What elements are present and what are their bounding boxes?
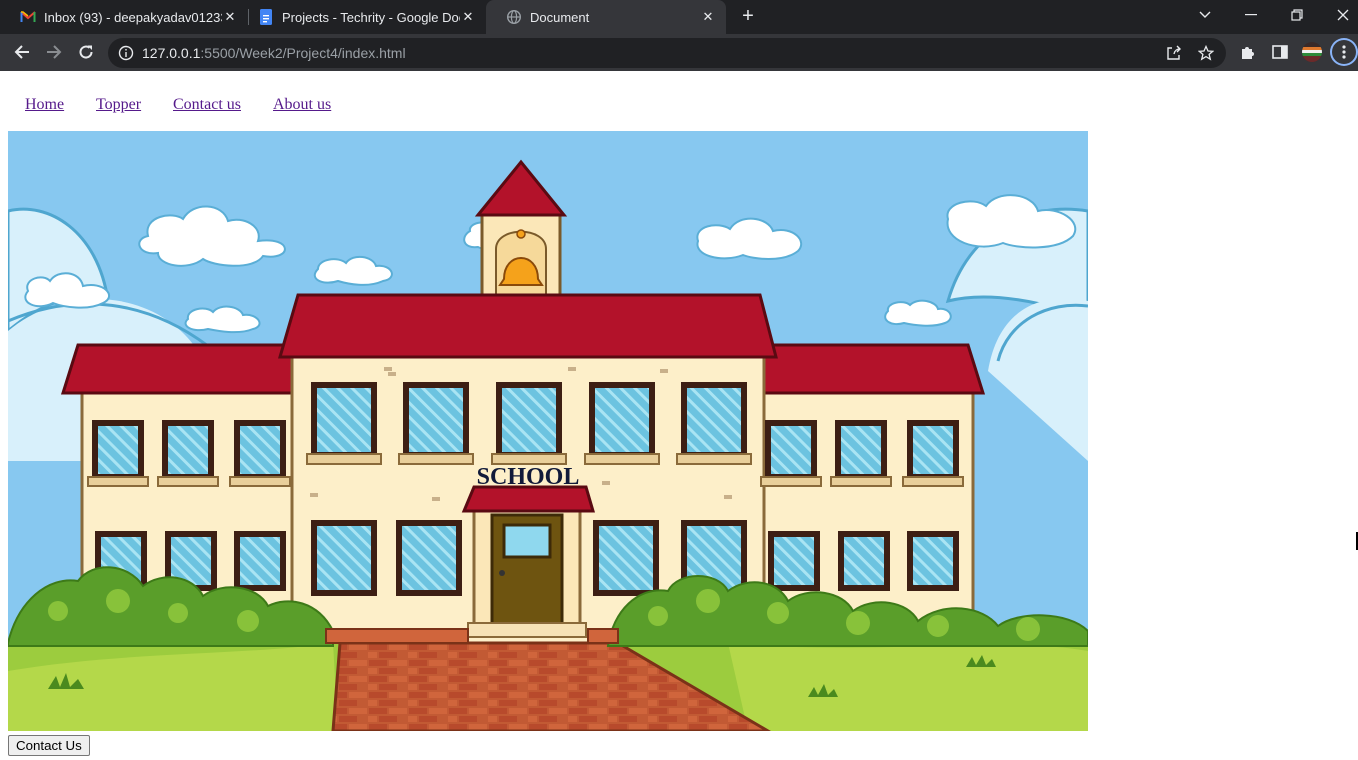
url-path: :5500/Week2/Project4/index.html bbox=[200, 45, 406, 61]
profile-avatar-icon[interactable] bbox=[1298, 38, 1326, 66]
school-hero-image: SCHOOL bbox=[8, 131, 1088, 731]
tab-google-docs[interactable]: Projects - Techrity - Google Docs ✕ bbox=[238, 0, 486, 34]
tab-strip: Inbox (93) - deepakyadav01233@ ✕ Project… bbox=[0, 0, 1358, 34]
gmail-icon bbox=[20, 9, 36, 25]
new-tab-plus-icon[interactable]: + bbox=[738, 6, 758, 26]
share-icon[interactable] bbox=[1166, 45, 1182, 66]
bookmark-star-icon[interactable] bbox=[1197, 44, 1215, 66]
globe-icon bbox=[506, 9, 522, 25]
close-tab-icon[interactable]: ✕ bbox=[460, 9, 476, 25]
address-bar[interactable]: 127.0.0.1:5500/Week2/Project4/index.html bbox=[108, 38, 1226, 68]
reload-icon[interactable] bbox=[72, 38, 100, 66]
tab-title: Document bbox=[530, 9, 590, 25]
forward-arrow-icon[interactable] bbox=[40, 38, 68, 66]
extensions-puzzle-icon[interactable] bbox=[1234, 38, 1262, 66]
nav-link-contact-us[interactable]: Contact us bbox=[173, 96, 241, 114]
browser-toolbar: 127.0.0.1:5500/Week2/Project4/index.html bbox=[0, 34, 1358, 71]
google-docs-icon bbox=[258, 9, 274, 25]
restore-icon[interactable] bbox=[1274, 0, 1320, 30]
back-arrow-icon[interactable] bbox=[8, 38, 36, 66]
minimize-icon[interactable] bbox=[1228, 0, 1274, 30]
close-window-icon[interactable] bbox=[1320, 0, 1358, 30]
contact-us-button[interactable]: Contact Us bbox=[8, 735, 90, 756]
tab-document[interactable]: Document ✕ bbox=[486, 0, 726, 34]
tab-title: Inbox (93) - deepakyadav01233@ bbox=[44, 9, 222, 25]
nav-link-about-us[interactable]: About us bbox=[273, 96, 331, 114]
url-host: 127.0.0.1 bbox=[142, 45, 201, 61]
close-tab-icon[interactable]: ✕ bbox=[222, 9, 238, 25]
school-sign-text: SCHOOL bbox=[477, 464, 580, 490]
url-text: 127.0.0.1:5500/Week2/Project4/index.html bbox=[142, 38, 406, 68]
site-info-icon[interactable] bbox=[118, 45, 134, 66]
tab-search-chevron-icon[interactable] bbox=[1182, 0, 1228, 30]
side-panel-icon[interactable] bbox=[1266, 38, 1294, 66]
nav-link-home[interactable]: Home bbox=[25, 96, 64, 114]
tab-title: Projects - Techrity - Google Docs bbox=[282, 9, 460, 25]
chrome-menu-kebab-icon[interactable] bbox=[1330, 38, 1358, 66]
nav-link-topper[interactable]: Topper bbox=[96, 96, 141, 114]
close-tab-icon[interactable]: ✕ bbox=[700, 9, 716, 25]
tab-gmail[interactable]: Inbox (93) - deepakyadav01233@ ✕ bbox=[0, 0, 248, 34]
